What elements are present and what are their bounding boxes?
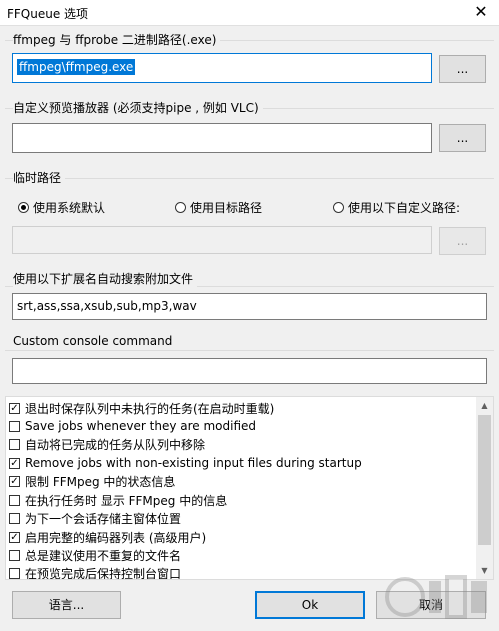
window-title: FFQueue 选项 — [7, 7, 89, 21]
checkbox-icon: ✓ — [9, 402, 20, 414]
checkbox-icon: ✓ — [9, 475, 20, 487]
checkbox-icon — [9, 494, 20, 506]
player-input[interactable] — [12, 123, 432, 153]
list-item[interactable]: ✓ 退出时保存队列中未执行的任务(在启动时重载) — [9, 399, 274, 417]
checkbox-icon — [9, 512, 20, 524]
radio-unselected-icon — [333, 202, 344, 213]
console-label: Custom console command — [13, 334, 177, 348]
radio-unselected-icon — [175, 202, 186, 213]
temp-path-input — [12, 226, 432, 254]
checklist-scrollbar[interactable]: ▲ ▼ — [476, 397, 493, 579]
ffmpeg-path-input[interactable]: ffmpeg\ffmpeg.exe — [12, 53, 432, 83]
list-item[interactable]: 在预览完成后保持控制台窗口 — [9, 564, 181, 579]
list-item[interactable]: Save jobs whenever they are modified — [9, 417, 256, 435]
checkbox-icon: ✓ — [9, 457, 20, 469]
list-item[interactable]: ✓ Remove jobs with non-existing input fil… — [9, 454, 362, 472]
console-command-input[interactable] — [12, 358, 487, 384]
radio-custom-path[interactable]: 使用以下自定义路径: — [333, 199, 460, 216]
language-button[interactable]: 语言... — [12, 591, 121, 619]
extensions-label: 使用以下扩展名自动搜索附加文件 — [13, 270, 198, 287]
temp-browse-button: ... — [439, 227, 486, 255]
checkbox-icon — [9, 420, 20, 432]
list-item[interactable]: ✓ 启用完整的编码器列表 (高级用户) — [9, 528, 206, 546]
watermark-logo — [385, 575, 487, 619]
list-item[interactable]: 自动将已完成的任务从队列中移除 — [9, 435, 205, 453]
temp-path-label: 临时路径 — [13, 169, 66, 186]
title-bar: FFQueue 选项 ✕ — [0, 0, 499, 26]
radio-selected-icon — [18, 202, 29, 213]
ok-button[interactable]: Ok — [255, 591, 365, 619]
close-icon[interactable]: ✕ — [469, 2, 493, 22]
player-browse-button[interactable]: ... — [439, 124, 486, 152]
radio-system-default[interactable]: 使用系统默认 — [18, 199, 105, 216]
ffmpeg-browse-button[interactable]: ... — [439, 55, 486, 83]
checkbox-icon — [9, 438, 20, 450]
checkbox-icon — [9, 567, 20, 579]
scroll-up-icon[interactable]: ▲ — [476, 397, 493, 414]
list-item[interactable]: ✓ 限制 FFMpeg 中的状态信息 — [9, 472, 175, 490]
player-label: 自定义预览播放器 (必须支持pipe , 例如 VLC) — [13, 99, 263, 116]
options-checklist[interactable]: ✓ 退出时保存队列中未执行的任务(在启动时重载) Save jobs whenev… — [5, 396, 494, 580]
list-item[interactable]: 为下一个会话存储主窗体位置 — [9, 509, 181, 527]
ffmpeg-path-value: ffmpeg\ffmpeg.exe — [17, 59, 136, 75]
list-item[interactable]: 在执行任务时 显示 FFMpeg 中的信息 — [9, 491, 227, 509]
ffmpeg-path-label: ffmpeg 与 ffprobe 二进制路径(.exe) — [13, 31, 221, 48]
checkbox-icon: ✓ — [9, 531, 20, 543]
extensions-input[interactable]: srt,ass,ssa,xsub,sub,mp3,wav — [12, 293, 487, 320]
scroll-thumb[interactable] — [478, 415, 491, 545]
list-item[interactable]: 总是建议使用不重复的文件名 — [9, 546, 181, 564]
checkbox-icon — [9, 549, 20, 561]
radio-target-path[interactable]: 使用目标路径 — [175, 199, 262, 216]
